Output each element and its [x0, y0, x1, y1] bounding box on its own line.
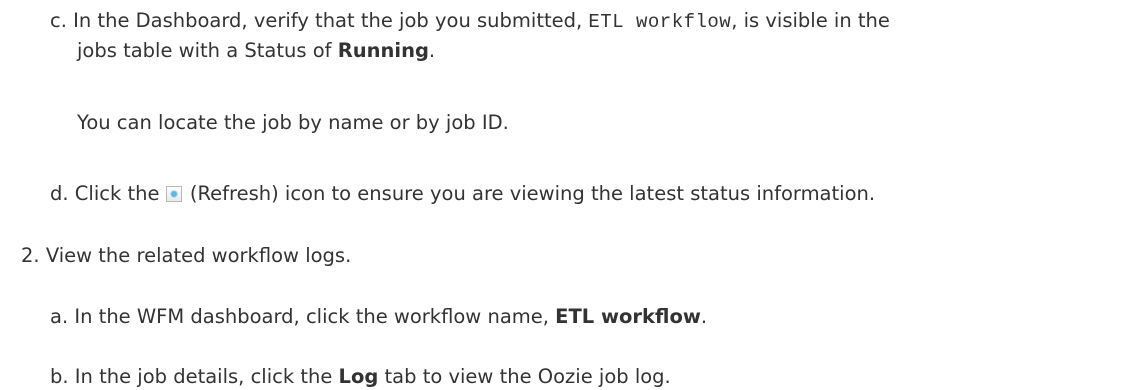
step-c-line-2-prefix: jobs table with a Status of	[77, 39, 338, 62]
step-2-line: 2. View the related workflow logs.	[21, 243, 351, 269]
step-2-marker: 2.	[21, 244, 40, 267]
step-c-text-suffix: , is visible in the	[731, 9, 890, 32]
step-a-suffix: .	[700, 305, 708, 328]
step-a-prefix: In the WFM dashboard, click the workflow…	[74, 305, 556, 328]
step-d-suffix: (Refresh) icon to ensure you are viewing…	[183, 182, 876, 205]
refresh-icon	[165, 186, 182, 202]
step-c-line-2: jobs table with a Status of Running.	[77, 38, 435, 64]
step-a-line: a. In the WFM dashboard, click the workf…	[50, 304, 707, 330]
step-a-marker: a.	[50, 305, 69, 328]
status-running: Running	[337, 39, 429, 62]
step-2-text: View the related workflow logs.	[45, 244, 352, 267]
workflow-name-emphasis: ETL workflow	[555, 305, 701, 328]
step-c-note-text: You can locate the job by name or by job…	[77, 111, 509, 134]
step-b-marker: b.	[50, 365, 69, 388]
step-d-prefix: Click the	[74, 182, 166, 205]
job-name-code: ETL workflow	[588, 11, 732, 33]
step-d-marker: d.	[50, 182, 69, 205]
step-c-note: You can locate the job by name or by job…	[77, 110, 509, 136]
step-c-text-prefix: In the Dashboard, verify that the job yo…	[73, 9, 589, 32]
step-b-line: b. In the job details, click the Log tab…	[50, 364, 671, 390]
log-tab-emphasis: Log	[338, 365, 379, 388]
step-c-marker: c.	[50, 9, 67, 32]
step-c-line-1: c. In the Dashboard, verify that the job…	[50, 8, 890, 35]
step-c-line-2-suffix: .	[428, 39, 436, 62]
step-d-line: d. Click the (Refresh) icon to ensure yo…	[50, 181, 875, 207]
step-b-prefix: In the job details, click the	[74, 365, 339, 388]
step-b-suffix: tab to view the Oozie job log.	[378, 365, 671, 388]
